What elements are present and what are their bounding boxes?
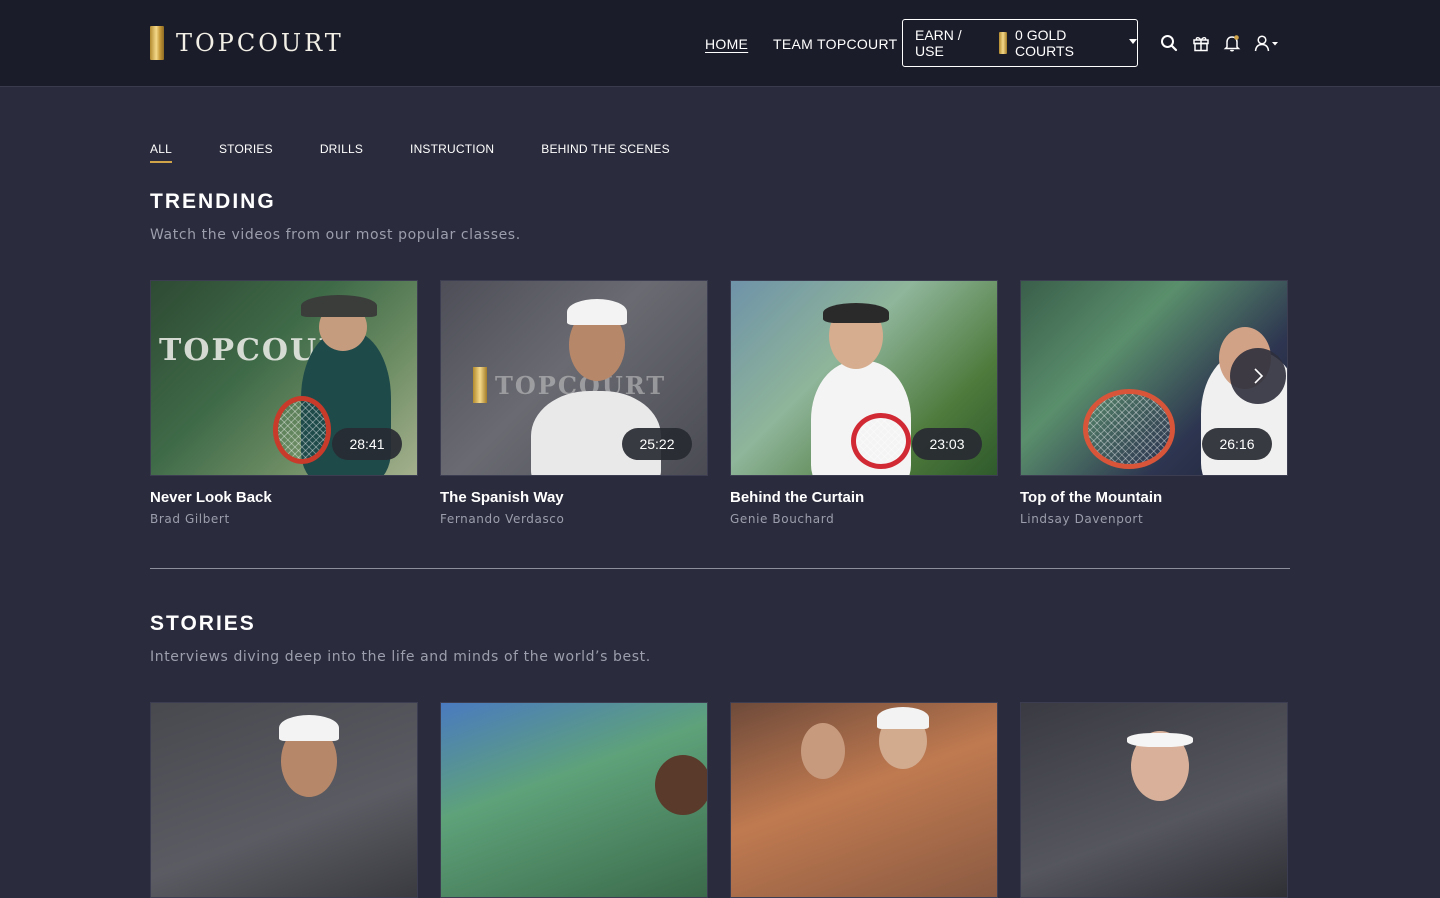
gold-court-icon [998,32,1008,54]
player-head [801,723,845,779]
chevron-right-icon [1254,368,1264,384]
white-cap [567,299,627,325]
story-card[interactable] [1020,702,1288,898]
logo-gold-bar [473,367,487,403]
nav-team-topcourt-link[interactable]: TEAM TOPCOURT [773,36,897,52]
tab-stories[interactable]: STORIES [219,142,273,163]
video-title[interactable]: Top of the Mountain [1020,489,1288,506]
video-title[interactable]: Behind the Curtain [730,489,998,506]
white-cap [877,707,929,729]
trending-subtitle: Watch the videos from our most popular c… [150,227,521,243]
trending-heading: TRENDING [150,190,276,213]
headband [1127,733,1193,747]
video-coach: Fernando Verdasco [440,512,565,526]
gold-courts-balance: 0 GOLD COURTS [1015,27,1074,59]
video-thumbnail[interactable]: 23:03 [730,280,998,476]
search-icon[interactable] [1160,34,1178,52]
video-coach: Genie Bouchard [730,512,835,526]
gift-icon[interactable] [1192,34,1210,52]
video-duration-badge: 26:16 [1202,428,1272,460]
video-card-top-of-the-mountain[interactable]: 26:16 Top of the Mountain Lindsay Davenp… [1020,280,1288,526]
video-thumbnail[interactable] [1020,702,1288,898]
video-card-never-look-back[interactable]: TOPCOURT 28:41 Never Look Back Brad Gilb… [150,280,418,526]
story-card[interactable] [150,702,418,898]
tab-behind-the-scenes[interactable]: BEHIND THE SCENES [541,142,670,163]
tennis-racket [851,413,911,469]
stories-heading: STORIES [150,612,256,635]
bucket-hat [301,295,377,317]
tennis-racket [273,396,331,464]
video-coach: Lindsay Davenport [1020,512,1144,526]
earn-use-gold-courts-dropdown[interactable]: EARN / USE 0 GOLD COURTS [902,19,1138,67]
earn-use-label: EARN / USE [915,27,962,59]
video-thumbnail[interactable] [730,702,998,898]
chevron-down-icon [1129,38,1137,44]
top-navigation-bar: TOPCOURT HOME TEAM TOPCOURT EARN / USE 0… [0,0,1440,87]
category-tabs: ALL STORIES DRILLS INSTRUCTION BEHIND TH… [150,142,717,163]
player-head [655,755,707,815]
tab-drills[interactable]: DRILLS [320,142,363,163]
section-divider [150,568,1290,569]
video-duration-badge: 28:41 [332,428,402,460]
video-thumbnail[interactable] [440,702,708,898]
stories-subtitle: Interviews diving deep into the life and… [150,649,651,665]
video-coach: Brad Gilbert [150,512,230,526]
video-card-behind-the-curtain[interactable]: 23:03 Behind the Curtain Genie Bouchard [730,280,998,526]
video-duration-badge: 25:22 [622,428,692,460]
video-duration-badge: 23:03 [912,428,982,460]
video-thumbnail[interactable] [150,702,418,898]
video-card-the-spanish-way[interactable]: TOPCOURT 25:22 The Spanish Way Fernando … [440,280,708,526]
nav-home-link[interactable]: HOME [705,36,748,52]
tab-instruction[interactable]: INSTRUCTION [410,142,494,163]
topcourt-logo[interactable]: TOPCOURT [150,26,344,60]
video-thumbnail[interactable]: TOPCOURT 25:22 [440,280,708,476]
bell-icon[interactable] [1223,34,1241,52]
white-cap [279,715,339,741]
story-card[interactable] [730,702,998,898]
logo-text: TOPCOURT [176,29,344,57]
video-thumbnail[interactable]: TOPCOURT 28:41 [150,280,418,476]
logo-gold-bar [150,26,164,60]
tennis-racket [1083,389,1175,469]
visor [823,303,889,323]
user-menu-icon[interactable] [1254,34,1284,52]
story-card[interactable] [440,702,708,898]
tab-all[interactable]: ALL [150,142,172,163]
carousel-next-button[interactable] [1230,348,1286,404]
video-title[interactable]: The Spanish Way [440,489,708,506]
video-title[interactable]: Never Look Back [150,489,418,506]
